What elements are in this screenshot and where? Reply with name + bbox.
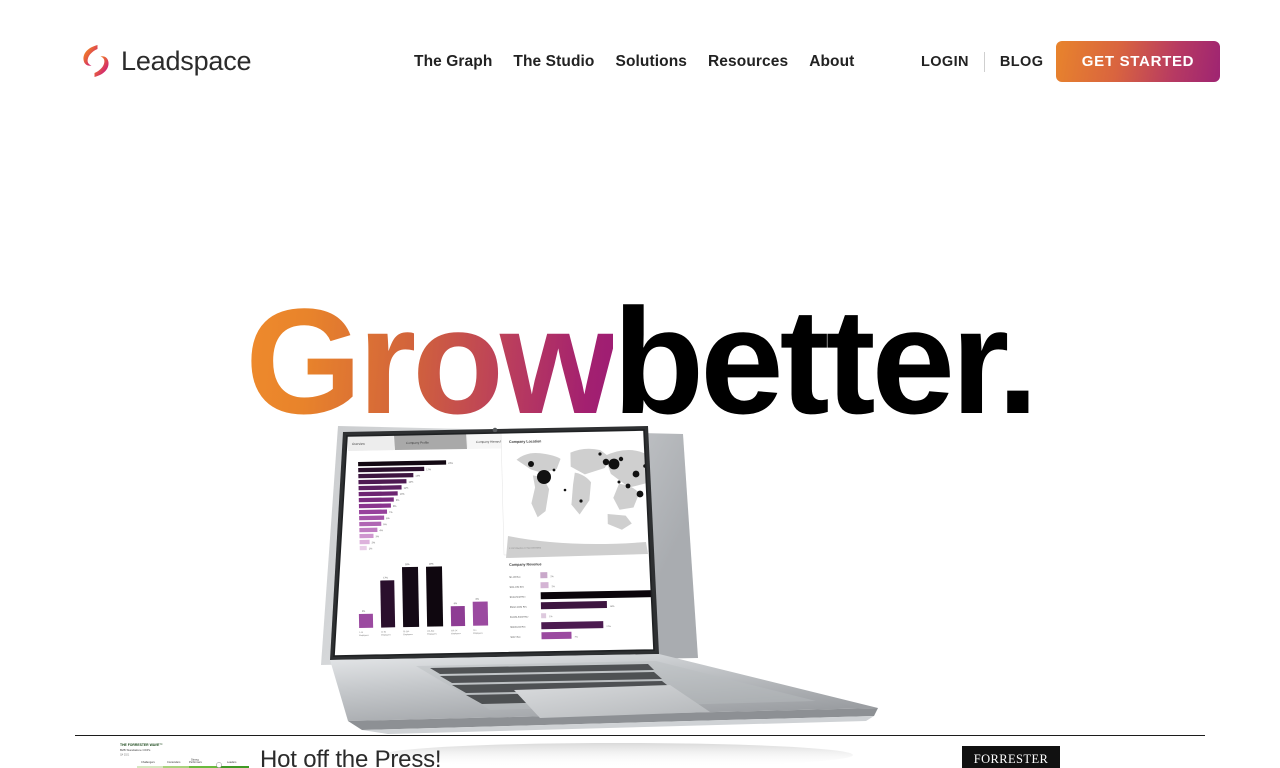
- auth-links: LOGIN BLOG: [921, 52, 1043, 72]
- svg-text:Performers: Performers: [189, 760, 203, 764]
- svg-text:$1M-10M Rev: $1M-10M Rev: [510, 587, 525, 589]
- site-header: Leadspace The Graph The Studio Solutions…: [0, 0, 1280, 108]
- press-title: Hot off the Press!: [260, 746, 442, 768]
- svg-text:Employees: Employees: [403, 634, 412, 636]
- macbook-air-illustration: Overview Company Profile Company Hierarc…: [318, 418, 888, 768]
- nav-item-about[interactable]: About: [809, 52, 854, 72]
- hero-section: Growbetter. Overview Company Profile Com…: [0, 108, 1280, 767]
- thumb-subheading: B2B Standalone CDPs: [120, 748, 151, 752]
- thumb-quarter: Q4 2021: [120, 754, 130, 757]
- svg-text:Challengers: Challengers: [141, 760, 156, 764]
- svg-text:Contenders: Contenders: [167, 760, 181, 764]
- svg-text:Employees: Employees: [359, 635, 368, 637]
- svg-text:29%: 29%: [429, 564, 434, 566]
- brand-logo[interactable]: Leadspace: [81, 44, 252, 78]
- thumb-heading: THE FORRESTER WAVE™: [120, 743, 163, 747]
- svg-text:Employees: Employees: [427, 634, 436, 636]
- svg-text:2%: 2%: [552, 586, 555, 588]
- svg-text:8%: 8%: [476, 599, 479, 601]
- company-location-panel: Company Location © 2021 Mapbox © OpenStr…: [500, 430, 654, 558]
- svg-text:Company Hierarchy: Company Hierarchy: [476, 439, 504, 444]
- svg-text:2%: 2%: [362, 611, 365, 613]
- press-strip: THE FORRESTER WAVE™ B2B Standalone CDPs …: [75, 736, 1205, 768]
- svg-text:$50M-100M Rev: $50M-100M Rev: [510, 607, 528, 609]
- svg-text:28%: 28%: [405, 564, 410, 566]
- dashboard-screen: Overview Company Profile Company Hierarc…: [334, 430, 654, 656]
- nav-item-resources[interactable]: Resources: [708, 52, 788, 72]
- svg-text:Overview: Overview: [352, 442, 366, 446]
- svg-text:17%: 17%: [383, 577, 388, 579]
- svg-text:$500M-1B Rev: $500M-1B Rev: [510, 627, 526, 629]
- svg-text:1-10: 1-10: [359, 632, 363, 634]
- svg-text:6%: 6%: [454, 603, 457, 605]
- forrester-logo-text: FORRESTER: [973, 751, 1049, 766]
- svg-text:Employees: Employees: [451, 633, 460, 635]
- forrester-logo: FORRESTER: [962, 746, 1060, 768]
- svg-text:Leaders: Leaders: [227, 760, 237, 764]
- nav-item-the-studio[interactable]: The Studio: [513, 52, 594, 72]
- get-started-button[interactable]: GET STARTED: [1056, 41, 1220, 82]
- leadspace-flame-icon: [81, 44, 111, 78]
- svg-text:11-50: 11-50: [381, 631, 386, 633]
- svg-text:18%: 18%: [610, 606, 614, 608]
- company-revenue-title: Company Revenue: [509, 562, 541, 567]
- svg-text:Employees: Employees: [381, 634, 390, 636]
- svg-text:$0-1M Rev: $0-1M Rev: [509, 577, 521, 579]
- page-title: Growbetter.: [0, 286, 1280, 436]
- company-location-title: Company Location: [509, 439, 541, 444]
- svg-text:$100M-500M Rev: $100M-500M Rev: [510, 617, 529, 619]
- webcam-icon: [492, 427, 498, 433]
- svg-text:Employees: Employees: [473, 633, 482, 635]
- main-navigation: The Graph The Studio Solutions Resources…: [414, 52, 854, 72]
- svg-text:51-200: 51-200: [403, 631, 409, 633]
- svg-text:17%: 17%: [606, 626, 610, 628]
- svg-text:2%: 2%: [550, 576, 553, 578]
- svg-text:7%: 7%: [575, 637, 578, 639]
- svg-text:Company Profile: Company Profile: [406, 441, 429, 445]
- nav-item-solutions[interactable]: Solutions: [616, 52, 688, 72]
- forrester-wave-thumbnail[interactable]: THE FORRESTER WAVE™ B2B Standalone CDPs …: [115, 740, 251, 768]
- svg-text:$10M-50M Rev: $10M-50M Rev: [510, 597, 527, 599]
- brand-name: Leadspace: [121, 45, 252, 76]
- svg-text:501-1K: 501-1K: [451, 630, 458, 632]
- blog-link[interactable]: BLOG: [1000, 52, 1044, 72]
- svg-text:201-500: 201-500: [427, 631, 434, 633]
- login-link[interactable]: LOGIN: [921, 52, 969, 72]
- svg-text:1%: 1%: [549, 616, 552, 618]
- auth-divider: [983, 52, 985, 72]
- svg-text:$1B+ Rev: $1B+ Rev: [511, 637, 522, 639]
- nav-item-the-graph[interactable]: The Graph: [414, 52, 492, 72]
